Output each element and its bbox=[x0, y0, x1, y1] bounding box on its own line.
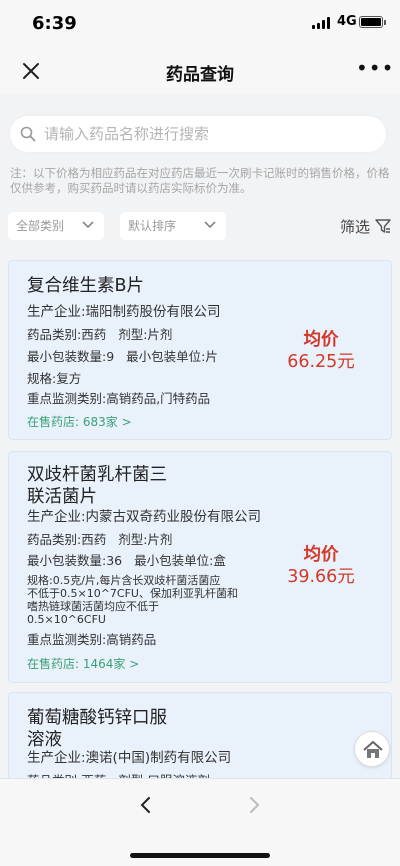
drug-category: 药品类别:西药 bbox=[27, 327, 107, 342]
drug-category: 药品类别:西药 bbox=[27, 532, 107, 547]
drug-form: 剂型:片剂 bbox=[118, 532, 173, 547]
page-title: 药品查询 bbox=[166, 65, 234, 85]
category-dropdown[interactable]: 全部类别 bbox=[8, 212, 104, 240]
average-price: 均价 66.25元 bbox=[271, 329, 371, 373]
drug-monitor: 重点监测类别:高销药品,门特药品 bbox=[27, 391, 211, 406]
drug-spec-line: 规格:0.5克/片,每片含长双歧杆菌活菌应 bbox=[27, 574, 221, 587]
browser-toolbar bbox=[0, 778, 400, 866]
price-notice: 注：以下价格为相应药品在对应药店最近一次刷卡记账时的销售价格，价格仅供参考，购买… bbox=[10, 166, 390, 195]
chevron-left-icon bbox=[140, 797, 150, 813]
category-dropdown-label: 全部类别 bbox=[16, 219, 65, 233]
back-button[interactable] bbox=[136, 795, 156, 815]
price-label: 均价 bbox=[303, 545, 339, 565]
chevron-down-icon bbox=[82, 221, 94, 229]
stores-link[interactable]: 在售药店: 683家 > bbox=[27, 413, 132, 430]
forward-button[interactable] bbox=[244, 795, 264, 815]
drug-spec-line: 0.5×10^6CFU bbox=[27, 613, 106, 626]
drug-name: 葡萄糖酸钙锌口服 溶液 bbox=[27, 707, 167, 751]
price-label: 均价 bbox=[303, 330, 339, 350]
drug-package-row: 最小包装数量:36 最小包装单位:盒 bbox=[27, 553, 226, 568]
drug-form: 剂型:片剂 bbox=[118, 327, 173, 342]
drug-category-row: 药品类别:西药 剂型:片剂 bbox=[27, 532, 172, 547]
home-icon bbox=[363, 741, 383, 758]
sort-dropdown[interactable]: 默认排序 bbox=[120, 212, 226, 240]
price-value: 39.66元 bbox=[287, 567, 355, 587]
drug-card[interactable]: 葡萄糖酸钙锌口服 溶液 生产企业:澳诺(中国)制药有限公司 药品类别:西药剂型:… bbox=[8, 692, 392, 792]
filter-label: 筛选 bbox=[340, 218, 371, 236]
drug-min-unit: 最小包装单位:盒 bbox=[134, 553, 226, 568]
drug-card[interactable]: 双歧杆菌乳杆菌三 联活菌片 生产企业:内蒙古双奇药业股份有限公司 药品类别:西药… bbox=[8, 451, 392, 683]
filter-bar: 全部类别 默认排序 筛选 bbox=[0, 212, 400, 242]
drug-package-row: 最小包装数量:9 最小包装单位:片 bbox=[27, 349, 218, 364]
drug-name-line1: 双歧杆菌乳杆菌三 bbox=[27, 465, 167, 485]
drug-card[interactable]: 复合维生素B片 生产企业:瑞阳制药股份有限公司 药品类别:西药 剂型:片剂 最小包… bbox=[8, 260, 392, 440]
filter-button[interactable]: 筛选 bbox=[340, 216, 391, 237]
price-value: 66.25元 bbox=[287, 352, 355, 372]
network-label: 4G bbox=[337, 14, 357, 29]
drug-name-line1: 葡萄糖酸钙锌口服 bbox=[27, 708, 167, 728]
drug-min-qty: 最小包装数量:36 bbox=[27, 553, 123, 568]
drug-min-qty: 最小包装数量:9 bbox=[27, 349, 115, 364]
drug-manufacturer: 生产企业:瑞阳制药股份有限公司 bbox=[27, 304, 221, 320]
drug-name-line2: 溶液 bbox=[27, 730, 62, 750]
drug-manufacturer: 生产企业:内蒙古双奇药业股份有限公司 bbox=[27, 509, 262, 525]
status-bar: 6:39 4G bbox=[0, 0, 400, 48]
nav-bar: 药品查询 ••• bbox=[0, 48, 400, 94]
filter-icon bbox=[375, 219, 391, 233]
average-price: 均价 39.66元 bbox=[271, 544, 371, 588]
drug-name-line2: 联活菌片 bbox=[27, 487, 97, 507]
battery-icon bbox=[359, 16, 386, 28]
chevron-down-icon bbox=[204, 221, 216, 229]
drug-spec: 规格:0.5克/片,每片含长双歧杆菌活菌应 不低于0.5×10^7CFU、保加利… bbox=[27, 574, 277, 626]
drug-spec: 规格:复方 bbox=[27, 371, 82, 386]
search-input[interactable] bbox=[44, 122, 374, 146]
search-bar bbox=[10, 116, 386, 152]
drug-category-row: 药品类别:西药 剂型:片剂 bbox=[27, 327, 172, 342]
sort-dropdown-label: 默认排序 bbox=[128, 219, 177, 233]
drug-monitor: 重点监测类别:高销药品 bbox=[27, 632, 157, 647]
drug-min-unit: 最小包装单位:片 bbox=[126, 349, 218, 364]
chevron-right-icon bbox=[250, 797, 260, 813]
home-button[interactable] bbox=[354, 731, 390, 767]
status-time: 6:39 bbox=[32, 13, 77, 34]
drug-spec-line: 不低于0.5×10^7CFU、保加利亚乳杆菌和 bbox=[27, 587, 238, 600]
stores-link[interactable]: 在售药店: 1464家 > bbox=[27, 655, 139, 672]
home-indicator bbox=[130, 853, 270, 858]
signal-icon bbox=[312, 17, 330, 29]
drug-name: 双歧杆菌乳杆菌三 联活菌片 bbox=[27, 464, 167, 508]
drug-manufacturer: 生产企业:澳诺(中国)制药有限公司 bbox=[27, 750, 232, 766]
search-icon bbox=[20, 126, 36, 142]
more-icon[interactable]: ••• bbox=[356, 58, 393, 80]
drug-spec-line: 嗜热链球菌活菌均应不低于 bbox=[27, 600, 159, 613]
drug-name: 复合维生素B片 bbox=[27, 276, 145, 296]
